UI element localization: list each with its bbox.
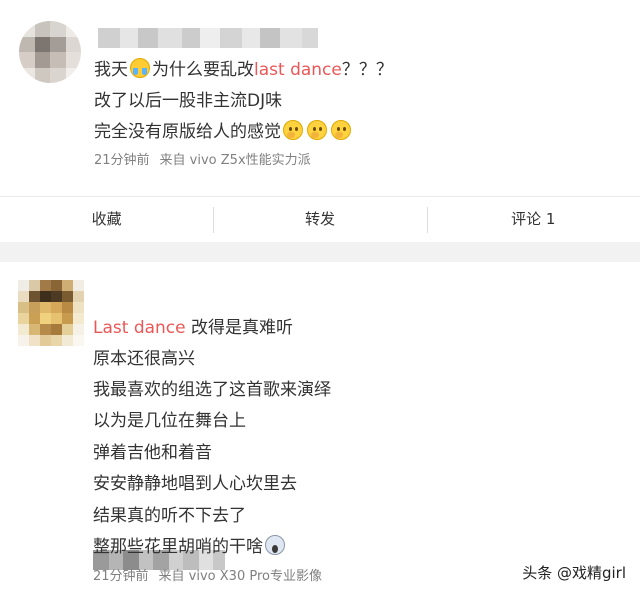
- watermark: 头条 @戏精girl: [522, 564, 626, 582]
- comment-2: Last dance 改得是真难听 原本还很高兴 我最喜欢的组选了这首歌来演绎 …: [0, 262, 640, 597]
- repost-button[interactable]: 转发: [213, 197, 426, 242]
- thinking-emoji-icon: [283, 120, 303, 140]
- section-divider: [0, 242, 640, 262]
- comment-1: 我天 为什么要乱改last dance？？？ 改了以后一股非主流DJ味 完全没有原…: [0, 0, 640, 196]
- comment-text: 完全没有原版给人的感觉: [94, 122, 281, 142]
- comment-line: 以为是几位在舞台上: [93, 411, 246, 431]
- thinking-emoji-icon: [331, 120, 351, 140]
- highlight-link[interactable]: last dance: [254, 60, 342, 80]
- avatar[interactable]: [19, 21, 81, 83]
- comment-text: 我天: [94, 60, 128, 80]
- comment-text: 整那些花里胡哨的干啥: [93, 537, 263, 557]
- timestamp: 21分钟前: [93, 569, 149, 584]
- comment-meta: 21分钟前 来自 vivo X30 Pro专业影像: [93, 568, 322, 586]
- action-bar: 收藏 转发 评论 1: [0, 196, 640, 242]
- comment-line: 结果真的听不下去了: [93, 506, 246, 526]
- crying-laugh-emoji-icon: [130, 58, 150, 78]
- comment-line: 改了以后一股非主流DJ味: [94, 91, 283, 111]
- avatar[interactable]: [18, 280, 84, 346]
- comment-line: 我天 为什么要乱改last dance？？？: [94, 58, 393, 82]
- comment-text: 改得是真难听: [185, 318, 294, 338]
- device-source: 来自 vivo X30 Pro专业影像: [158, 569, 322, 584]
- device-source: 来自 vivo Z5x性能实力派: [159, 153, 311, 168]
- scream-emoji-icon: [265, 535, 285, 555]
- comment-line: 我最喜欢的组选了这首歌来演绎: [93, 380, 331, 400]
- comment-line: 弹着吉他和着音: [93, 443, 212, 463]
- comment-text: ？？？: [341, 60, 393, 80]
- username-blurred[interactable]: [98, 28, 318, 48]
- comment-line: 完全没有原版给人的感觉: [94, 120, 353, 144]
- favorite-button[interactable]: 收藏: [0, 197, 213, 242]
- comment-text: 为什么要乱改: [152, 60, 254, 80]
- comment-line: Last dance 改得是真难听: [93, 316, 293, 340]
- comment-line: 原本还很高兴: [93, 349, 195, 369]
- thinking-emoji-icon: [307, 120, 327, 140]
- comment-line: 整那些花里胡哨的干啥: [93, 535, 287, 559]
- comment-line: 安安静静地唱到人心坎里去: [93, 474, 297, 494]
- timestamp: 21分钟前: [94, 153, 150, 168]
- comment-button[interactable]: 评论 1: [426, 197, 640, 242]
- highlight-link[interactable]: Last dance: [93, 318, 186, 338]
- comment-meta: 21分钟前 来自 vivo Z5x性能实力派: [94, 152, 311, 170]
